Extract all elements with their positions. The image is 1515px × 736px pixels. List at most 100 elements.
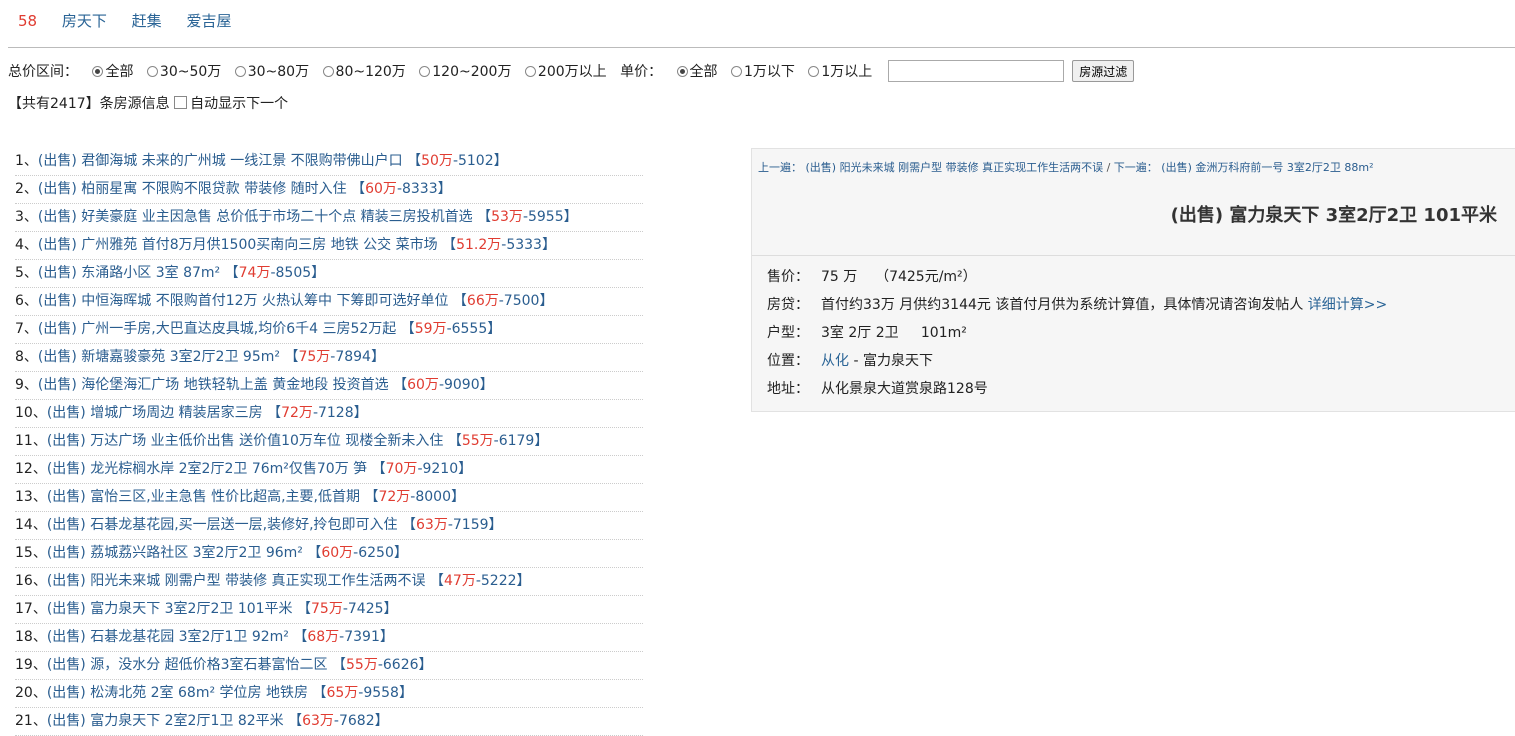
next-link[interactable]: (出售) 金洲万科府前一号 3室2厅2卫 88m² [1161, 161, 1373, 174]
listing-row[interactable]: 5、(出售) 东涌路小区 3室 87m² 【74万-8505】 [15, 260, 643, 288]
address-line: 地址： 从化景泉大道赏泉路128号 [767, 381, 988, 397]
listing-price: 75万 [311, 601, 343, 617]
listing-row[interactable]: 19、(出售) 源，没水分 超低价格3室石碁富怡二区 【55万-6626】 [15, 652, 643, 680]
listing-number: 21、 [15, 713, 47, 729]
listing-title-link[interactable]: (出售) 石碁龙基花园,买一层送一层,装修好,拎包即可入住 [47, 517, 398, 533]
listing-title-link[interactable]: (出售) 源，没水分 超低价格3室石碁富怡二区 [47, 657, 328, 673]
radio-icon[interactable] [808, 66, 820, 77]
listing-unit-price: -7391 [339, 629, 380, 645]
radio-icon[interactable] [731, 66, 742, 77]
listing-row[interactable]: 16、(出售) 阳光未来城 刚需户型 带装修 真正实现工作生活两不误 【47万-… [15, 568, 643, 596]
listing-row[interactable]: 2、(出售) 柏丽星寓 不限购不限贷款 带装修 随时入住 【60万-8333】 [15, 176, 643, 204]
listing-title-link[interactable]: (出售) 东涌路小区 3室 87m² [38, 265, 220, 281]
nav-link-58[interactable]: 58 [18, 12, 37, 30]
radio-icon[interactable] [524, 66, 536, 77]
bracket-open: 【 [332, 657, 347, 673]
listing-row[interactable]: 9、(出售) 海伦堡海汇广场 地铁轻轨上盖 黄金地段 投资首选 【60万-909… [15, 372, 643, 400]
listing-title-link[interactable]: (出售) 新塘嘉骏豪苑 3室2厅2卫 95m² [38, 349, 280, 365]
radio-icon[interactable] [146, 66, 158, 77]
listing-row[interactable]: 13、(出售) 富怡三区,业主急售 性价比超高,主要,低首期 【72万-8000… [15, 484, 643, 512]
listing-unit-price: -8000 [410, 489, 451, 505]
listing-row[interactable]: 11、(出售) 万达广场 业主低价出售 送价值10万车位 现楼全新未入住 【55… [15, 428, 643, 456]
listing-row[interactable]: 6、(出售) 中恒海晖城 不限购首付12万 火热认筹中 下筹即可选好单位 【66… [15, 288, 643, 316]
listing-title-link[interactable]: (出售) 阳光未来城 刚需户型 带装修 真正实现工作生活两不误 [47, 573, 426, 589]
radio-selected-icon[interactable] [676, 66, 688, 77]
total-option-30-80[interactable]: 30~80万 [234, 61, 309, 81]
detail-divider [752, 255, 1515, 256]
listing-unit-price: -7500 [498, 293, 540, 309]
listing-title-link[interactable]: (出售) 富力泉天下 2室2厅1卫 82平米 [47, 713, 284, 729]
search-input[interactable] [887, 60, 1064, 82]
loan-detail-link[interactable]: 详细计算>> [1308, 297, 1387, 313]
bracket-close: 】 [311, 265, 326, 281]
unit-option-below-1w[interactable]: 1万以下 [731, 61, 795, 81]
listing-row[interactable]: 7、(出售) 广州一手房,大巴直达皮具城,均价6千4 三房52万起 【59万-6… [15, 316, 643, 344]
listing-unit-price: -9558 [358, 685, 399, 701]
radio-icon[interactable] [322, 66, 334, 77]
listing-number: 3、 [15, 209, 38, 225]
total-option-all[interactable]: 全部 [92, 61, 133, 81]
listing-title-link[interactable]: (出售) 万达广场 业主低价出售 送价值10万车位 现楼全新未入住 [47, 433, 444, 449]
listing-number: 11、 [15, 433, 47, 449]
nav-link-aijiwu[interactable]: 爱吉屋 [186, 12, 231, 30]
listing-number: 16、 [15, 573, 47, 589]
listing-unit-price: -7159 [447, 517, 489, 533]
listing-row[interactable]: 14、(出售) 石碁龙基花园,买一层送一层,装修好,拎包即可入住 【63万-71… [15, 512, 643, 540]
prev-link[interactable]: (出售) 阳光未来城 刚需户型 带装修 真正实现工作生活两不误 [806, 161, 1104, 174]
listing-title-link[interactable]: (出售) 君御海城 未来的广州城 一线江景 不限购带佛山户口 [38, 153, 403, 169]
listing-number: 6、 [15, 293, 38, 309]
listing-row[interactable]: 18、(出售) 石碁龙基花园 3室2厅1卫 92m² 【68万-7391】 [15, 624, 643, 652]
listing-title-link[interactable]: (出售) 好美豪庭 业主因急售 总价低于市场二十个点 精装三房投机首选 [38, 209, 473, 225]
listing-title-link[interactable]: (出售) 中恒海晖城 不限购首付12万 火热认筹中 下筹即可选好单位 [38, 293, 449, 309]
district-link[interactable]: 从化 [821, 353, 849, 369]
listing-title-link[interactable]: (出售) 富怡三区,业主急售 性价比超高,主要,低首期 [47, 489, 360, 505]
nav-link-ganji[interactable]: 赶集 [132, 12, 162, 30]
total-option-200-plus[interactable]: 200万以上 [524, 61, 607, 81]
listing-title-link[interactable]: (出售) 龙光棕榈水岸 2室2厅2卫 76m²仅售70万 笋 [47, 461, 367, 477]
listing-title-link[interactable]: (出售) 广州一手房,大巴直达皮具城,均价6千4 三房52万起 [38, 321, 396, 337]
listing-row[interactable]: 21、(出售) 富力泉天下 2室2厅1卫 82平米 【63万-7682】 [15, 708, 643, 736]
listing-row[interactable]: 1、(出售) 君御海城 未来的广州城 一线江景 不限购带佛山户口 【50万-51… [15, 148, 643, 176]
total-option-80-120[interactable]: 80~120万 [322, 61, 406, 81]
listing-price: 47万 [444, 573, 476, 589]
nav-link-fang[interactable]: 房天下 [62, 12, 107, 30]
listing-row[interactable]: 20、(出售) 松涛北苑 2室 68m² 学位房 地铁房 【65万-9558】 [15, 680, 643, 708]
total-option-120-200[interactable]: 120~200万 [419, 61, 511, 81]
radio-icon[interactable] [419, 66, 431, 77]
unit-option-all[interactable]: 全部 [676, 61, 718, 81]
unit-option-above-1w[interactable]: 1万以上 [808, 61, 872, 81]
total-option-30-50[interactable]: 30~50万 [146, 61, 221, 81]
bracket-close: 】 [379, 629, 394, 645]
listing-unit-price: -7682 [333, 713, 375, 729]
radio-selected-icon[interactable] [92, 66, 104, 77]
listing-title-link[interactable]: (出售) 富力泉天下 3室2厅2卫 101平米 [47, 601, 293, 617]
bracket-close: 】 [393, 545, 408, 561]
bracket-open: 【 [297, 601, 311, 617]
auto-next-checkbox[interactable] [174, 96, 188, 109]
listing-title-link[interactable]: (出售) 柏丽星寓 不限购不限贷款 带装修 随时入住 [38, 181, 347, 197]
loan-line: 房贷： 首付约33万 月供约3144元 该首付月供为系统计算值，具体情况请咨询发帖… [767, 297, 1388, 313]
listing-price: 74万 [238, 265, 271, 281]
listing-unit-price: -6555 [446, 321, 488, 337]
layout-rooms: 3室 2厅 2卫 [821, 325, 899, 341]
listing-row[interactable]: 3、(出售) 好美豪庭 业主因急售 总价低于市场二十个点 精装三房投机首选 【5… [15, 204, 643, 232]
listing-title-link[interactable]: (出售) 荔城荔兴路社区 3室2厅2卫 96m² [47, 545, 303, 561]
filter-button[interactable]: 房源过滤 [1072, 60, 1135, 82]
bracket-open: 【 [400, 321, 415, 337]
listing-row[interactable]: 8、(出售) 新塘嘉骏豪苑 3室2厅2卫 95m² 【75万-7894】 [15, 344, 643, 372]
listing-title-link[interactable]: (出售) 广州雅苑 首付8万月供1500买南向三房 地铁 公交 菜市场 [38, 237, 438, 253]
listing-title-link[interactable]: (出售) 海伦堡海汇广场 地铁轻轨上盖 黄金地段 投资首选 [38, 377, 389, 393]
listing-row[interactable]: 17、(出售) 富力泉天下 3室2厅2卫 101平米 【75万-7425】 [15, 596, 643, 624]
listing-price: 75万 [298, 349, 331, 365]
listing-title-link[interactable]: (出售) 增城广场周边 精装居家三房 [47, 405, 263, 421]
radio-icon[interactable] [234, 66, 246, 77]
listing-row[interactable]: 10、(出售) 增城广场周边 精装居家三房 【72万-7128】 [15, 400, 643, 428]
listing-row[interactable]: 12、(出售) 龙光棕榈水岸 2室2厅2卫 76m²仅售70万 笋 【70万-9… [15, 456, 643, 484]
listing-row[interactable]: 4、(出售) 广州雅苑 首付8万月供1500买南向三房 地铁 公交 菜市场 【5… [15, 232, 643, 260]
next-label: 下一遍： [1113, 161, 1158, 174]
listing-number: 17、 [15, 601, 47, 617]
bracket-open: 【 [402, 517, 417, 533]
listing-row[interactable]: 15、(出售) 荔城荔兴路社区 3室2厅2卫 96m² 【60万-6250】 [15, 540, 643, 568]
listing-title-link[interactable]: (出售) 石碁龙基花园 3室2厅1卫 92m² [47, 629, 289, 645]
listing-title-link[interactable]: (出售) 松涛北苑 2室 68m² 学位房 地铁房 [47, 685, 308, 701]
